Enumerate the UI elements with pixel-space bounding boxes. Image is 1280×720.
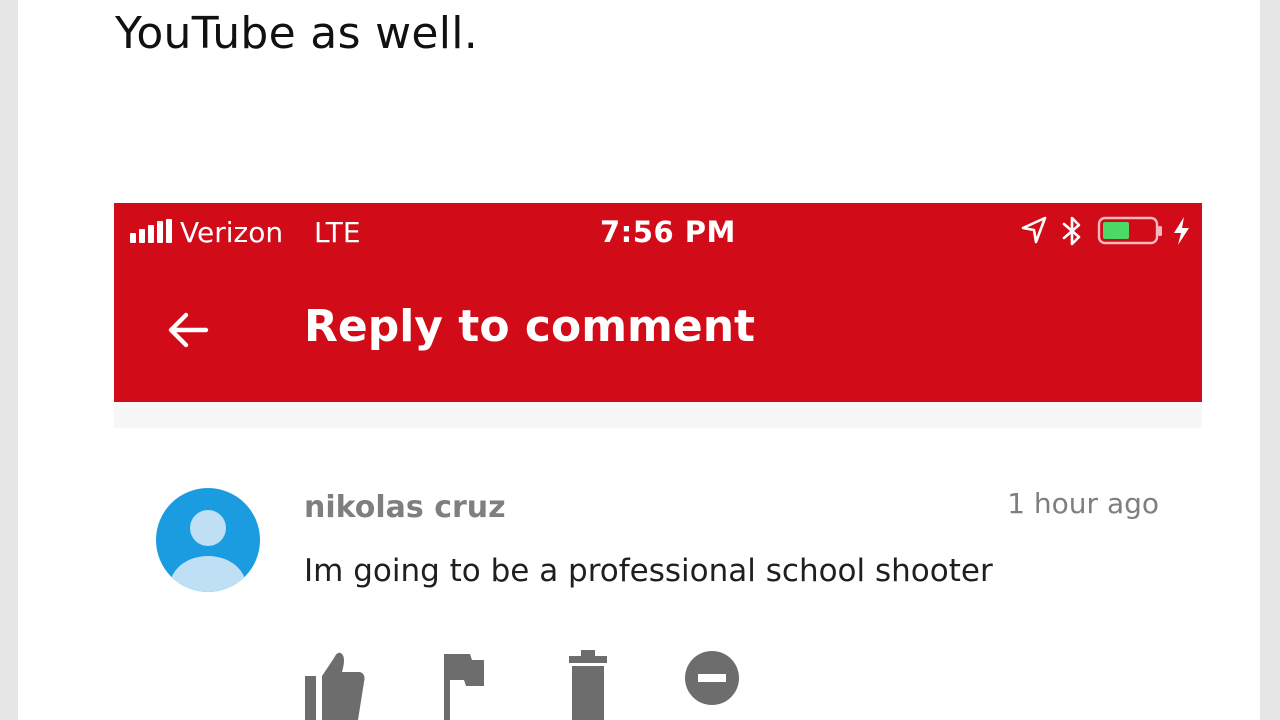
status-bar: Verizon LTE 7:56 PM	[114, 203, 1202, 259]
article-text: YouTube as well.	[115, 8, 479, 59]
location-arrow-icon	[1021, 216, 1047, 244]
battery-icon	[1097, 216, 1162, 245]
comment-author[interactable]: nikolas cruz	[304, 490, 506, 525]
network-label: LTE	[314, 216, 361, 249]
thumbs-up-icon[interactable]	[304, 646, 366, 720]
page-title: Reply to comment	[304, 301, 756, 352]
arrow-back-icon[interactable]	[164, 306, 212, 354]
bluetooth-icon	[1062, 216, 1081, 246]
article-page: YouTube as well. Verizon LTE 7:56 PM Rep…	[18, 0, 1260, 720]
comment-timestamp: 1 hour ago	[1007, 487, 1159, 520]
default-avatar-icon[interactable]	[156, 488, 260, 592]
minus-circle-icon[interactable]	[684, 646, 740, 720]
app-header: Verizon LTE 7:56 PM Reply to comment	[114, 203, 1202, 402]
trash-icon[interactable]	[568, 646, 608, 720]
comment-text: Im going to be a professional school sho…	[304, 553, 993, 589]
charging-bolt-icon	[1174, 217, 1189, 245]
flag-icon[interactable]	[442, 646, 486, 720]
comment-card: nikolas cruz 1 hour ago Im going to be a…	[114, 428, 1202, 720]
phone-screenshot: Verizon LTE 7:56 PM Reply to comment nik…	[114, 203, 1202, 720]
status-time: 7:56 PM	[600, 215, 736, 249]
signal-bars-icon	[130, 219, 172, 243]
carrier-label: Verizon	[180, 216, 284, 249]
